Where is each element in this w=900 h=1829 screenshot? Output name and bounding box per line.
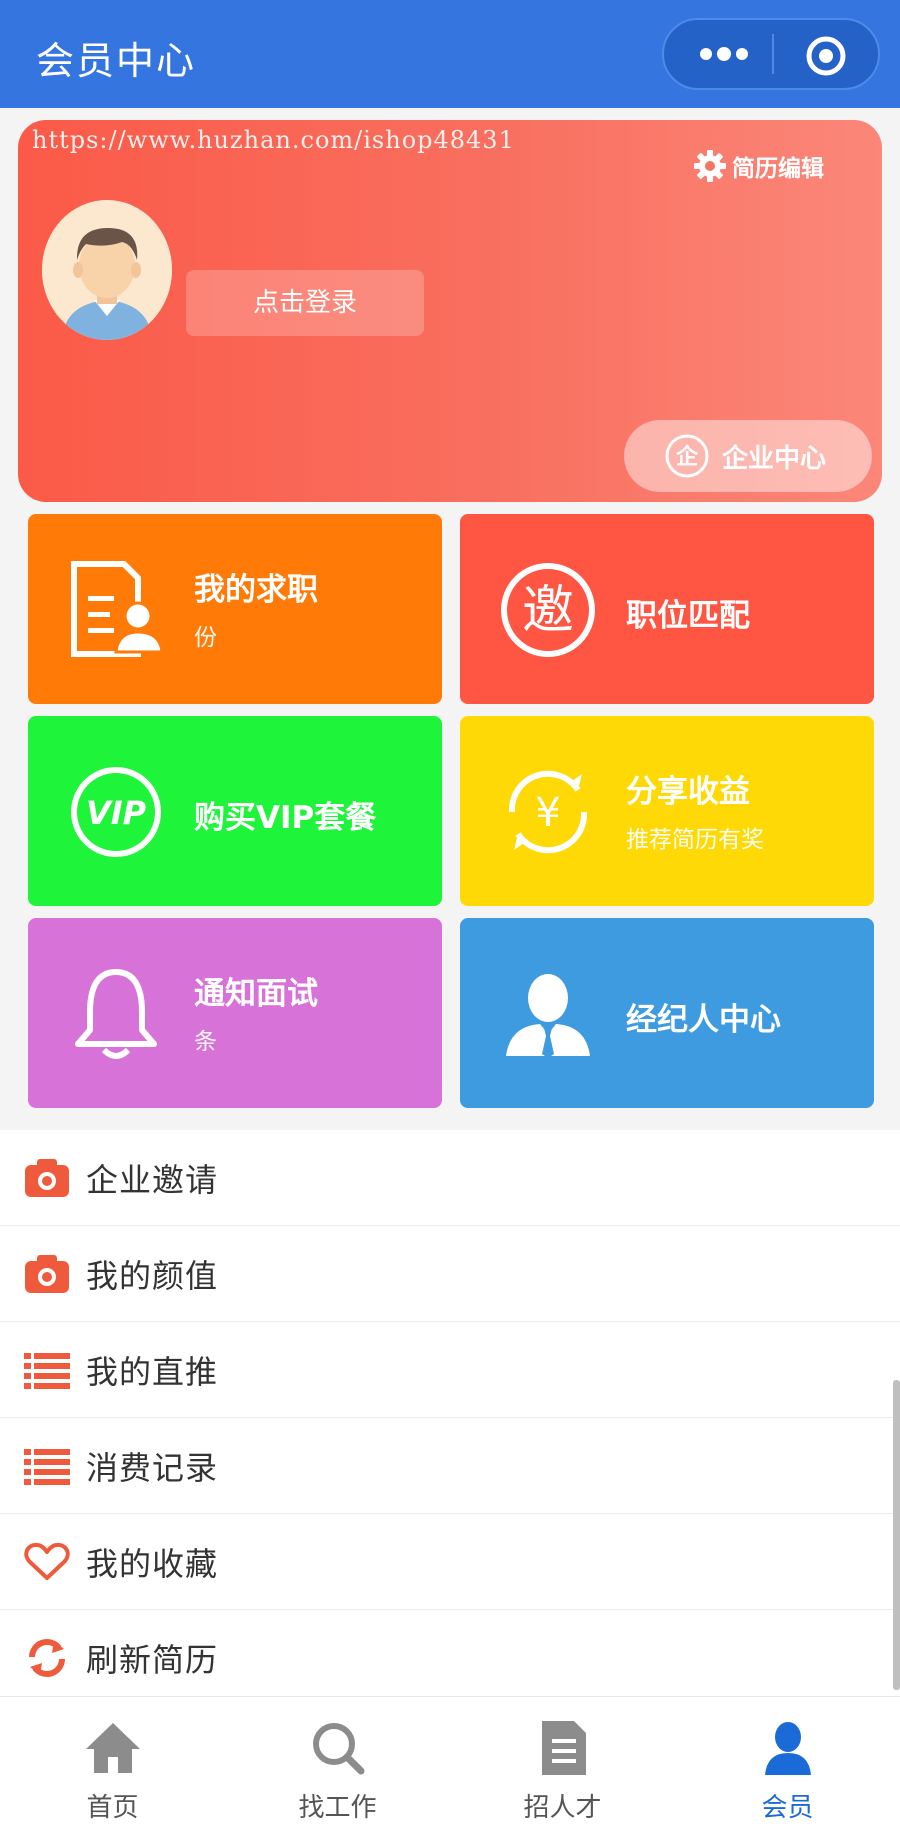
watermark-text: https://www.huzhan.com/ishop48431 xyxy=(32,126,515,154)
tile-interview-notice[interactable]: 通知面试 条 xyxy=(28,918,442,1108)
tile-subtitle: 份 xyxy=(194,625,217,651)
list-item-company-invite[interactable]: 企业邀请 xyxy=(0,1130,900,1226)
tile-subtitle: 推荐简历有奖 xyxy=(626,827,764,853)
tile-title: 职位匹配 xyxy=(626,598,750,634)
page-title: 会员中心 xyxy=(36,39,197,83)
tile-subtitle: 条 xyxy=(194,1029,217,1055)
company-center-label: 企业中心 xyxy=(722,443,827,474)
tile-title: 通知面试 xyxy=(194,976,318,1012)
list-item-direct-referrals[interactable]: 我的直推 xyxy=(0,1322,900,1418)
tab-find-job[interactable]: 找工作 xyxy=(225,1697,450,1829)
tab-member[interactable]: 会员 xyxy=(675,1697,900,1829)
menu-list: 企业邀请 我的颜值 我的直推 消费记录 我的收藏 刷新简历 xyxy=(0,1130,900,1705)
feature-grid: 我的求职 份 邀 职位匹配 VIP 购买VIP套餐 ¥ 分享收益 推荐简历有奖 xyxy=(28,514,874,1110)
tab-home[interactable]: 首页 xyxy=(0,1697,225,1829)
heart-icon xyxy=(24,1542,70,1580)
list-item-label: 我的颜值 xyxy=(86,1256,219,1295)
resume-icon xyxy=(71,561,164,657)
resume-edit-button[interactable]: 简历编辑 xyxy=(692,146,824,186)
close-icon[interactable] xyxy=(804,34,848,78)
tab-label: 找工作 xyxy=(298,1793,377,1823)
vip-icon: VIP xyxy=(71,767,161,857)
svg-text:¥: ¥ xyxy=(535,790,560,836)
svg-text:邀: 邀 xyxy=(522,581,574,641)
tile-my-applications[interactable]: 我的求职 份 xyxy=(28,514,442,704)
mini-program-capsule xyxy=(662,18,880,90)
home-icon xyxy=(86,1723,140,1773)
tab-label: 招人才 xyxy=(523,1793,602,1823)
company-center-button[interactable]: 企 企业中心 xyxy=(624,420,872,492)
camera-icon xyxy=(25,1254,69,1293)
refresh-icon xyxy=(29,1638,65,1677)
list-item-label: 我的收藏 xyxy=(86,1544,219,1583)
tab-label: 会员 xyxy=(761,1793,814,1823)
search-icon xyxy=(313,1723,365,1775)
list-item-favorites[interactable]: 我的收藏 xyxy=(0,1514,900,1610)
list-icon xyxy=(24,1352,70,1389)
login-button[interactable]: 点击登录 xyxy=(186,270,424,336)
yuan-icon: ¥ xyxy=(508,770,588,854)
tile-title: 购买VIP套餐 xyxy=(194,800,377,836)
svg-text:VIP: VIP xyxy=(86,794,147,832)
member-icon xyxy=(765,1722,811,1775)
enterprise-icon: 企 xyxy=(665,434,709,478)
list-item-my-looks[interactable]: 我的颜值 xyxy=(0,1226,900,1322)
tab-label: 首页 xyxy=(86,1793,139,1823)
tile-title: 分享收益 xyxy=(626,774,750,810)
tile-share-earnings[interactable]: ¥ 分享收益 推荐简历有奖 xyxy=(460,716,874,906)
tile-title: 我的求职 xyxy=(194,572,318,608)
scrollbar[interactable] xyxy=(893,1380,900,1690)
list-item-label: 企业邀请 xyxy=(86,1160,219,1199)
bottom-tab-bar: 首页 找工作 招人才 会员 xyxy=(0,1696,900,1829)
tile-buy-vip[interactable]: VIP 购买VIP套餐 xyxy=(28,716,442,906)
profile-card: https://www.huzhan.com/ishop48431 简历编辑 点… xyxy=(18,120,882,502)
svg-text:企: 企 xyxy=(675,444,699,470)
header-bar: 会员中心 xyxy=(0,0,900,108)
avatar-icon xyxy=(42,200,172,340)
document-icon xyxy=(542,1721,586,1775)
invite-icon: 邀 xyxy=(501,563,595,657)
tab-recruit[interactable]: 招人才 xyxy=(450,1697,675,1829)
list-item-label: 消费记录 xyxy=(86,1448,219,1487)
tile-title: 经纪人中心 xyxy=(626,1002,781,1038)
tile-agent-center[interactable]: 经纪人中心 xyxy=(460,918,874,1108)
resume-edit-label: 简历编辑 xyxy=(732,156,824,182)
bell-icon xyxy=(75,969,157,1059)
more-icon[interactable] xyxy=(694,42,754,66)
avatar[interactable] xyxy=(42,200,172,340)
list-item-refresh-resume[interactable]: 刷新简历 xyxy=(0,1610,900,1705)
gear-icon xyxy=(694,150,726,182)
agent-icon xyxy=(506,974,590,1058)
list-icon xyxy=(24,1448,70,1485)
camera-icon xyxy=(25,1158,69,1197)
tile-job-match[interactable]: 邀 职位匹配 xyxy=(460,514,874,704)
list-item-label: 我的直推 xyxy=(86,1352,219,1391)
capsule-divider xyxy=(772,34,774,74)
list-item-spending-record[interactable]: 消费记录 xyxy=(0,1418,900,1514)
list-item-label: 刷新简历 xyxy=(86,1640,219,1679)
